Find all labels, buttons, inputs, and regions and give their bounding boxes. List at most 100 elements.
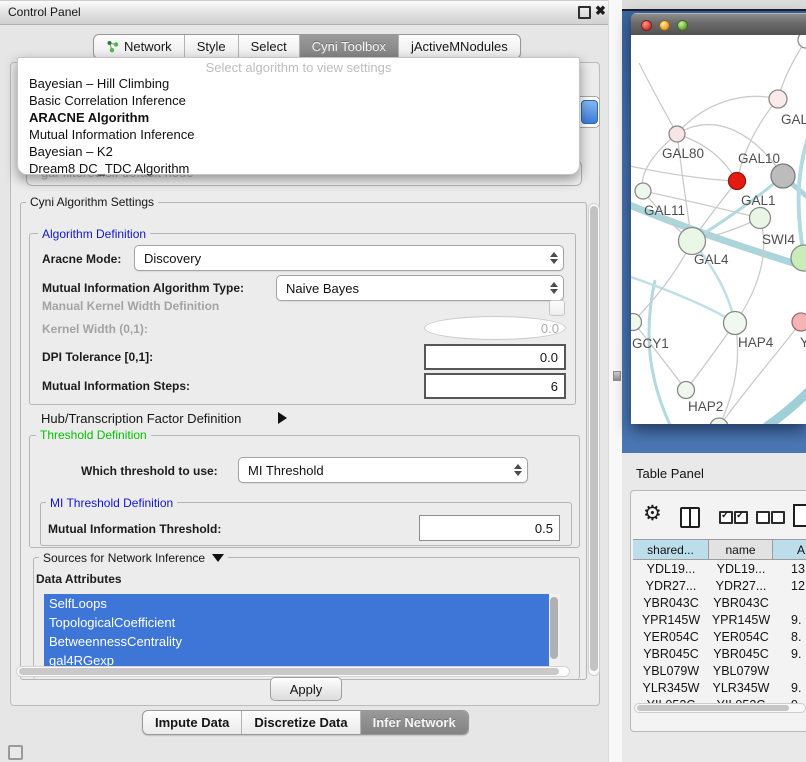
collapsed-panel-icon[interactable]	[8, 745, 23, 760]
tab-impute-data[interactable]: Impute Data	[143, 711, 241, 734]
algorithm-definition-legend: Algorithm Definition	[38, 227, 150, 241]
unchecked-box-icon[interactable]	[756, 511, 770, 524]
table-row[interactable]: YBR045C YBR045C 9.	[631, 646, 806, 663]
mi-steps-label: Mutual Information Steps:	[42, 379, 190, 393]
network-view-window[interactable]: GAL GAL80 GAL10 GAL11 GAL1 GAL4 SWI4 GCY…	[631, 13, 806, 424]
expanded-arrow-icon	[212, 554, 224, 562]
zoom-traffic-light-icon[interactable]	[677, 20, 688, 31]
which-threshold-combo[interactable]: MI Threshold	[238, 457, 528, 483]
algorithm-option[interactable]: Dream8 DC_TDC Algorithm	[18, 160, 579, 177]
panel-title: Control Panel	[8, 5, 81, 19]
control-panel-titlebar: Control Panel ✖	[0, 0, 610, 25]
tab-jactivemnodules[interactable]: jActiveMNodules	[398, 35, 520, 58]
apply-button[interactable]: Apply	[270, 677, 342, 701]
checked-box-icon[interactable]	[719, 511, 733, 524]
algorithm-option[interactable]: Bayesian – Hill Climbing	[18, 75, 579, 92]
node-gal4[interactable]	[679, 228, 706, 255]
kernel-width-field[interactable]: 0.0	[424, 316, 566, 340]
mi-type-combo[interactable]: Naive Bayes	[276, 275, 564, 301]
node-y-partial[interactable]	[792, 313, 806, 331]
gear-icon[interactable]: ⚙	[643, 503, 662, 524]
new-table-icon[interactable]	[793, 504, 806, 527]
network-window-titlebar[interactable]	[631, 13, 806, 35]
stepper-arrows-icon	[549, 251, 558, 265]
tab-select[interactable]: Select	[238, 35, 299, 58]
node-gal11[interactable]	[635, 183, 651, 199]
mi-threshold-label: Mutual Information Threshold:	[48, 522, 221, 536]
label-gcy1: GCY1	[632, 336, 669, 351]
close-icon[interactable]: ✖	[595, 3, 606, 19]
attribute-item[interactable]: TopologicalCoefficient	[44, 613, 549, 632]
collapsed-arrow-icon[interactable]	[278, 412, 287, 424]
table-row[interactable]: YPR145W YPR145W 9.	[631, 612, 806, 629]
node-red[interactable]	[729, 173, 746, 190]
tab-cyni-toolbox[interactable]: Cyni Toolbox	[299, 35, 398, 58]
mi-steps-field[interactable]: 6	[424, 373, 566, 399]
node-gal1[interactable]	[750, 208, 771, 229]
split-columns-icon[interactable]	[680, 507, 700, 528]
column-header-name[interactable]: name	[709, 539, 773, 560]
attributes-list-scrollbar[interactable]	[549, 594, 560, 670]
table-row[interactable]: YER054C YER054C 8.	[631, 629, 806, 646]
label-gal11: GAL11	[644, 203, 685, 218]
settings-horizontal-scrollbar[interactable]	[16, 666, 570, 677]
kernel-width-label: Kernel Width (0,1):	[42, 322, 148, 336]
nodes	[631, 35, 806, 424]
hub-definition-toggle[interactable]: Hub/Transcription Factor Definition	[41, 411, 241, 426]
hidden-combo-stepper	[581, 100, 598, 124]
node-partial-top[interactable]	[798, 35, 806, 48]
table-row[interactable]: YBR043C YBR043C	[631, 595, 806, 612]
column-header-shared[interactable]: shared...	[633, 539, 709, 560]
node-hap4[interactable]	[724, 312, 747, 335]
table-horizontal-scrollbar[interactable]	[634, 703, 806, 713]
manual-kernel-checkbox[interactable]	[549, 300, 565, 316]
stepper-arrows-icon	[513, 463, 522, 477]
node-swi4[interactable]	[791, 245, 806, 271]
algorithm-option[interactable]: Basic Correlation Inference	[18, 92, 579, 109]
attribute-item[interactable]: BetweennessCentrality	[44, 632, 549, 651]
tab-style[interactable]: Style	[184, 35, 238, 58]
sources-legend[interactable]: Sources for Network Inference	[39, 551, 228, 565]
checked-box-icon[interactable]	[734, 511, 748, 524]
node-hap2[interactable]	[678, 382, 695, 399]
tab-discretize-data[interactable]: Discretize Data	[241, 711, 359, 734]
mi-type-value: Naive Bayes	[286, 281, 359, 296]
panel-splitter[interactable]	[608, 0, 623, 762]
minimize-traffic-light-icon[interactable]	[659, 20, 670, 31]
node-gcy1[interactable]	[631, 314, 642, 331]
which-threshold-label: Which threshold to use:	[81, 464, 218, 478]
node-gal80[interactable]	[669, 126, 685, 142]
label-gal80: GAL80	[662, 146, 704, 161]
attribute-item[interactable]: SelfLoops	[44, 594, 549, 613]
table-row[interactable]: YBL079W YBL079W	[631, 663, 806, 680]
dpi-tolerance-field[interactable]: 0.0	[424, 344, 566, 370]
algorithm-option[interactable]: Mutual Information Inference	[18, 126, 579, 143]
label-hap4: HAP4	[738, 335, 774, 350]
aracne-mode-label: Aracne Mode:	[42, 252, 121, 266]
aracne-mode-combo[interactable]: Discovery	[134, 245, 564, 271]
table-panel-title: Table Panel	[636, 466, 704, 481]
node-gal10[interactable]	[771, 164, 795, 188]
algorithm-select-popup: Select algorithm to view settings Bayesi…	[17, 57, 580, 175]
algorithm-option-selected[interactable]: ARACNE Algorithm	[18, 109, 579, 126]
network-canvas[interactable]: GAL GAL80 GAL10 GAL11 GAL1 GAL4 SWI4 GCY…	[631, 35, 806, 424]
manual-kernel-label: Manual Kernel Width Definition	[42, 299, 219, 313]
network-icon	[106, 40, 119, 53]
table-row[interactable]: YDL19... YDL19... 13	[631, 561, 806, 578]
settings-vertical-scrollbar[interactable]	[588, 203, 600, 676]
tab-network-label: Network	[124, 35, 172, 58]
node-gal-partial[interactable]	[769, 90, 787, 108]
tab-infer-network[interactable]: Infer Network	[360, 711, 468, 734]
tab-network[interactable]: Network	[94, 35, 184, 58]
data-attributes-list[interactable]: SelfLoops TopologicalCoefficient Between…	[44, 594, 549, 670]
close-traffic-light-icon[interactable]	[641, 20, 652, 31]
mi-threshold-field[interactable]: 0.5	[419, 515, 560, 541]
splitter-grip-icon[interactable]	[613, 371, 621, 381]
unchecked-box-icon[interactable]	[771, 511, 785, 524]
table-row[interactable]: YDR27... YDR27... 12	[631, 578, 806, 595]
column-header-partial[interactable]: A	[773, 539, 806, 560]
float-window-icon[interactable]	[578, 6, 591, 19]
algorithm-option[interactable]: Bayesian – K2	[18, 143, 579, 160]
desktop-top-strip	[622, 0, 806, 11]
table-row[interactable]: YLR345W YLR345W 9.	[631, 680, 806, 697]
